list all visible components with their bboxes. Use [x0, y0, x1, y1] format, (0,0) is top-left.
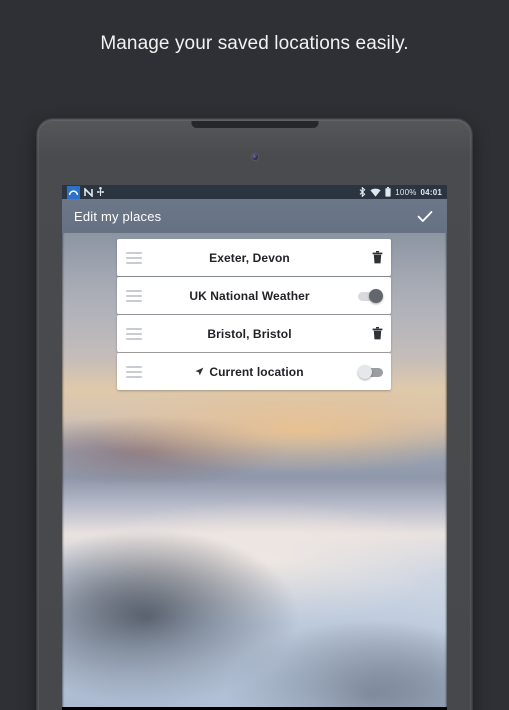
nfc-icon	[84, 187, 93, 197]
drag-handle-icon[interactable]	[126, 289, 142, 302]
place-name-label: Exeter, Devon	[209, 250, 290, 265]
app-bar: Edit my places	[62, 199, 447, 233]
weather-notification-icon	[67, 185, 80, 199]
place-row-current-location[interactable]: Current location	[117, 353, 391, 390]
place-name-label: UK National Weather	[189, 288, 310, 303]
location-arrow-icon	[195, 367, 204, 376]
speaker-slot-icon	[191, 121, 318, 128]
bluetooth-icon	[359, 187, 366, 197]
row-action-area	[357, 364, 383, 379]
place-label-wrap: Bristol, Bristol	[146, 327, 353, 341]
front-camera-icon	[251, 154, 258, 160]
place-row-exeter[interactable]: Exeter, Devon	[117, 239, 391, 276]
place-label-wrap: UK National Weather	[146, 289, 353, 303]
delete-place-button[interactable]	[372, 251, 383, 264]
delete-place-button[interactable]	[372, 327, 383, 340]
place-label-wrap: Current location	[146, 365, 353, 379]
drag-handle-icon[interactable]	[126, 365, 142, 378]
battery-percent-label: 100%	[395, 187, 417, 197]
status-bar: 100% 04:01	[62, 185, 447, 199]
wifi-icon	[370, 188, 381, 197]
trash-icon	[372, 251, 383, 264]
usb-icon	[97, 187, 104, 197]
tablet-device-frame: 100% 04:01 Edit my places Exeter, Devon …	[37, 119, 472, 710]
status-bar-left-icons	[67, 185, 104, 199]
place-name-label: Bristol, Bristol	[207, 326, 292, 341]
drag-handle-icon[interactable]	[126, 251, 142, 264]
confirm-button[interactable]	[415, 206, 435, 226]
row-action-area	[357, 288, 383, 303]
battery-icon	[385, 187, 391, 197]
place-toggle-switch[interactable]	[358, 364, 383, 379]
promo-screenshot: Manage your saved locations easily. 100%…	[0, 0, 509, 710]
checkmark-icon	[417, 210, 433, 222]
place-row-uk-national-weather[interactable]: UK National Weather	[117, 277, 391, 314]
drag-handle-icon[interactable]	[126, 327, 142, 340]
page-title: Edit my places	[74, 208, 162, 224]
toggle-knob	[358, 364, 372, 379]
places-list: Exeter, Devon UK National Weather Bristo…	[117, 239, 391, 391]
trash-icon	[372, 327, 383, 340]
status-bar-clock: 04:01	[420, 187, 442, 197]
place-toggle-switch[interactable]	[358, 288, 383, 303]
row-action-area	[357, 327, 383, 340]
place-name-label: Current location	[209, 364, 304, 379]
place-row-bristol[interactable]: Bristol, Bristol	[117, 315, 391, 352]
place-label-wrap: Exeter, Devon	[146, 251, 353, 265]
promo-caption: Manage your saved locations easily.	[100, 33, 409, 54]
device-screen: 100% 04:01 Edit my places Exeter, Devon …	[62, 185, 447, 710]
status-bar-right-icons: 100% 04:01	[359, 187, 442, 197]
toggle-knob	[369, 288, 383, 303]
row-action-area	[357, 251, 383, 264]
